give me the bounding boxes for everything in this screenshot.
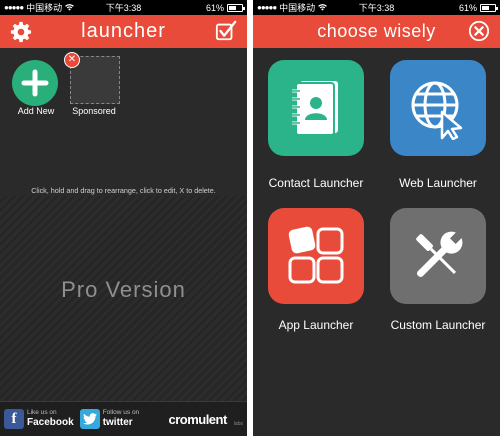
app-launcher-label: App Launcher — [278, 318, 354, 332]
gear-icon[interactable] — [10, 21, 32, 43]
carrier-name: 中国移动 — [279, 3, 316, 13]
status-right: 61% — [458, 2, 498, 13]
status-time: 下午3:38 — [358, 3, 395, 13]
status-time: 下午3:38 — [105, 3, 142, 13]
status-bar: ●●●●● 中国移动 下午3:38 61% — [0, 0, 247, 15]
add-new-label: Add New — [17, 106, 55, 116]
carrier-info: ●●●●● 中国移动 — [257, 1, 328, 14]
battery-level — [482, 5, 490, 10]
facebook-big-label: Facebook — [27, 416, 74, 428]
header-bar: launcher — [0, 15, 247, 48]
signal-icon: ●●●●● — [257, 3, 277, 12]
header-bar: choose wisely — [253, 15, 500, 48]
launcher-options: Contact Launcher Web Launcher App Launch… — [253, 56, 500, 436]
footer-bar: f Like us on Facebook Follow us on twitt… — [0, 401, 247, 436]
checkbox-icon[interactable] — [215, 20, 237, 42]
instruction-text: Click, hold and drag to rearrange, click… — [31, 186, 216, 195]
tools-icon — [416, 231, 463, 278]
wifi-icon — [65, 4, 75, 11]
close-badge-icon[interactable]: ✕ — [64, 52, 80, 68]
choose-screen: ●●●●● 中国移动 下午3:38 61% choose wisely Cont… — [253, 0, 500, 436]
app-grid-icon — [288, 226, 344, 284]
web-launcher-label: Web Launcher — [399, 176, 477, 190]
close-icon[interactable] — [468, 20, 490, 42]
twitter-small-label: Follow us on — [102, 409, 140, 417]
globe-cursor-icon — [411, 81, 463, 140]
app-launcher-button[interactable] — [268, 208, 364, 304]
page-title: launcher — [81, 20, 166, 42]
launcher-tiles: Add New ✕ Sponsored — [0, 52, 247, 126]
status-bar: ●●●●● 中国移动 下午3:38 61% — [253, 0, 500, 15]
custom-launcher-label: Custom Launcher — [390, 318, 486, 332]
battery-level — [229, 5, 237, 10]
twitter-big-label: twitter — [102, 416, 133, 428]
contact-launcher-label: Contact Launcher — [268, 176, 364, 190]
sponsored-label: Sponsored — [72, 106, 116, 116]
facebook-text: Like us on Facebook — [27, 410, 74, 428]
carrier-info: ●●●●● 中国移动 — [4, 1, 75, 14]
pro-version-banner[interactable]: Pro Version — [0, 196, 247, 401]
launcher-screen: ●●●●● 中国移动 下午3:38 61% launcher Add New ✕… — [0, 0, 247, 436]
wifi-icon — [318, 4, 328, 11]
battery-percent: 61% — [458, 2, 477, 13]
carrier-name: 中国移动 — [26, 3, 63, 13]
twitter-text: Follow us on twitter — [103, 410, 140, 428]
twitter-link[interactable]: Follow us on twitter — [79, 409, 140, 429]
plus-icon — [21, 69, 49, 97]
brand-logo[interactable]: cromulent — [168, 412, 227, 427]
custom-launcher-button[interactable] — [390, 208, 486, 304]
add-new-button[interactable] — [12, 60, 58, 106]
battery-icon — [480, 3, 498, 12]
facebook-icon: f — [4, 409, 24, 429]
web-launcher-button[interactable] — [390, 60, 486, 156]
signal-icon: ●●●●● — [4, 3, 24, 12]
twitter-bird-icon — [79, 409, 100, 429]
facebook-small-label: Like us on — [27, 409, 57, 417]
facebook-link[interactable]: f Like us on Facebook — [4, 409, 74, 429]
battery-percent: 61% — [205, 2, 224, 13]
contact-launcher-button[interactable] — [268, 60, 364, 156]
status-right: 61% — [205, 2, 245, 13]
address-book-icon — [292, 81, 338, 136]
page-title: choose wisely — [317, 21, 436, 41]
battery-icon — [227, 3, 245, 12]
brand-suffix: labs — [233, 421, 243, 427]
pro-version-label: Pro Version — [61, 277, 186, 302]
